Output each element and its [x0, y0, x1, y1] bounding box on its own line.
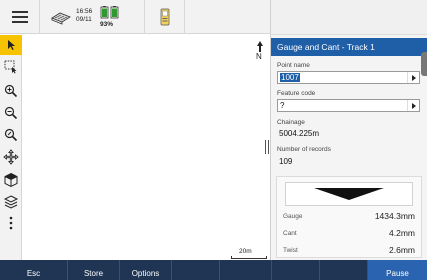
store-button[interactable]: Store [68, 260, 120, 280]
options-button[interactable]: Options [120, 260, 172, 280]
zoom-extents-icon [4, 128, 18, 142]
scale-label: 20m [239, 248, 252, 255]
point-name-field[interactable]: 1007 [277, 71, 420, 84]
feature-code-label: Feature code [277, 90, 316, 97]
zoom-out-button[interactable] [0, 103, 22, 123]
gnss-status-button[interactable]: 16:56 09/11 93% [40, 0, 145, 34]
point-name-label: Point name [277, 62, 310, 69]
gauge-cant-card: Gauge 1434.3mm Cant 4.2mm Twist 2.6mm [276, 176, 422, 258]
menu-button[interactable] [0, 0, 40, 34]
panel-top-area [271, 0, 427, 35]
gauge-label: Gauge [283, 213, 303, 220]
panel-splitter-handle[interactable] [265, 140, 269, 154]
layers-icon [3, 195, 19, 209]
panel-title: Gauge and Cant - Track 1 [271, 38, 427, 56]
gauge-cant-panel: Gauge and Cant - Track 1 Point name 1007… [270, 0, 427, 260]
cant-label: Cant [283, 230, 297, 237]
softkey-empty-3 [272, 260, 320, 280]
battery-icon [100, 6, 119, 19]
records-label: Number of records [277, 146, 331, 153]
more-tools-button[interactable] [0, 213, 22, 233]
satellite-receiver-icon [51, 12, 71, 25]
map-toolbar [0, 35, 22, 260]
cant-diagram [285, 182, 413, 206]
layers-button[interactable] [0, 192, 22, 212]
pause-button[interactable]: Pause [368, 260, 427, 280]
pan-button[interactable] [0, 147, 22, 167]
battery-percent: 93% [100, 21, 114, 28]
esc-button[interactable]: Esc [0, 260, 68, 280]
softkey-empty-2 [220, 260, 272, 280]
map-view[interactable]: N 20m [23, 35, 270, 260]
zoom-extents-button[interactable] [0, 125, 22, 145]
cant-value: 4.2mm [389, 228, 415, 238]
feature-code-arrow-icon[interactable] [407, 100, 419, 111]
more-icon [9, 216, 13, 230]
chainage-value: 5004.225m [279, 129, 320, 138]
controller-device-icon [160, 8, 170, 26]
date-text: 09/11 [76, 15, 92, 23]
softkey-empty-4 [320, 260, 368, 280]
softkey-bar: Esc Store Options Pause [0, 260, 427, 280]
3d-view-button[interactable] [0, 170, 22, 190]
zoom-in-button[interactable] [0, 81, 22, 101]
scale-bar [231, 256, 267, 259]
twist-label: Twist [283, 247, 298, 254]
select-arrow-icon [8, 40, 15, 50]
controller-status-button[interactable] [145, 0, 185, 34]
north-label: N [256, 52, 262, 61]
3d-view-icon [4, 172, 18, 188]
point-name-value: 1007 [280, 73, 300, 82]
records-value: 109 [279, 157, 293, 166]
box-select-tool-button[interactable] [0, 57, 22, 77]
panel-collapse-tab[interactable] [421, 52, 427, 76]
feature-code-value: ? [280, 101, 285, 110]
select-tool-button[interactable] [0, 35, 22, 55]
gauge-value: 1434.3mm [374, 211, 415, 221]
softkey-empty-1 [172, 260, 220, 280]
point-name-arrow-icon[interactable] [407, 72, 419, 83]
twist-value: 2.6mm [389, 245, 415, 255]
box-select-icon [4, 60, 17, 74]
chainage-label: Chainage [277, 119, 305, 126]
pan-icon [3, 149, 19, 165]
clock: 16:56 09/11 [76, 8, 92, 23]
north-arrow: N [255, 41, 265, 63]
cant-indicator-icon [314, 188, 384, 200]
feature-code-field[interactable]: ? [277, 99, 420, 112]
time-text: 16:56 [76, 8, 93, 15]
zoom-out-icon [4, 106, 18, 120]
zoom-in-icon [4, 84, 18, 98]
status-bar-blank [185, 0, 270, 34]
